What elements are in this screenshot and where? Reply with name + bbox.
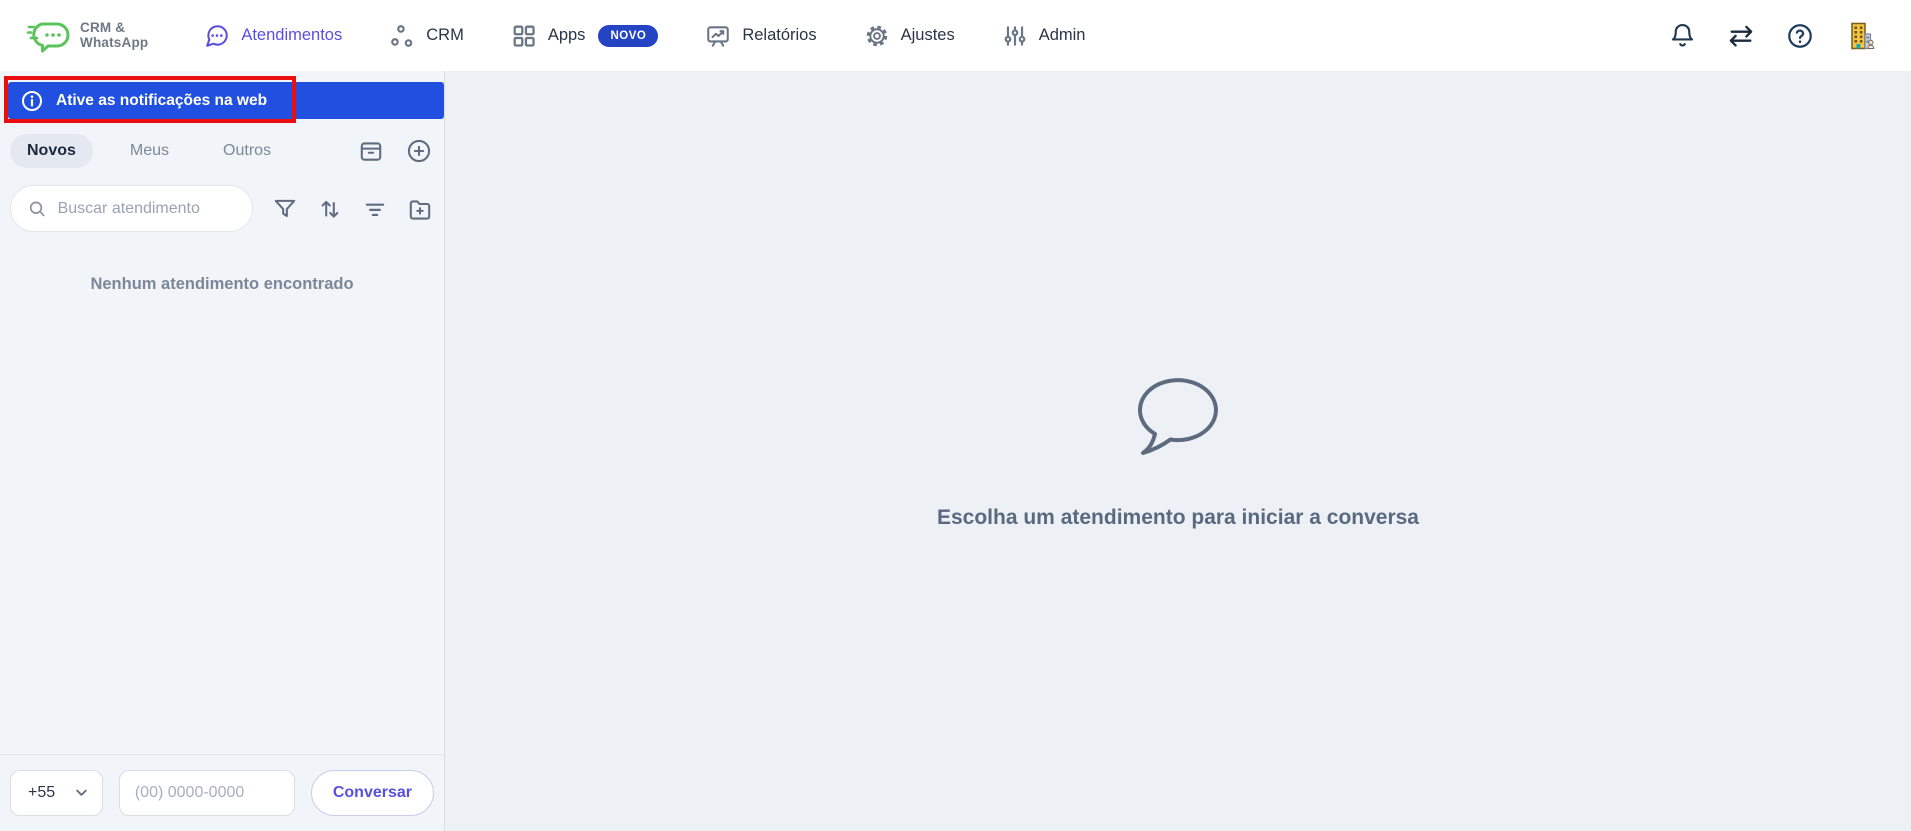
top-navigation-bar: CRM & WhatsApp Atendimentos CRM Apps NOV… <box>0 0 1911 71</box>
add-folder-button[interactable] <box>407 196 433 222</box>
nav-item-relatorios[interactable]: Relatórios <box>705 23 817 49</box>
bell-icon <box>1671 23 1694 47</box>
phone-number-input[interactable] <box>118 770 295 816</box>
notifications-bell-button[interactable] <box>1669 22 1696 49</box>
conversar-button[interactable]: Conversar <box>310 770 434 816</box>
nodes-icon <box>391 24 413 47</box>
search-toolbar <box>0 185 444 232</box>
nav-item-crm[interactable]: CRM <box>389 23 464 49</box>
logo-chat-bubble-icon <box>26 22 70 52</box>
conversation-panel: Escolha um atendimento para iniciar a co… <box>445 71 1911 831</box>
chevron-down-icon <box>76 789 87 796</box>
organization-avatar[interactable] <box>1845 20 1877 52</box>
main-nav: Atendimentos CRM Apps NOVO Relatórios Aj… <box>204 23 1086 49</box>
country-code-value: +55 <box>28 784 56 801</box>
nav-label: Relatórios <box>742 26 817 44</box>
search-box <box>10 185 253 232</box>
country-code-select[interactable]: +55 <box>10 770 103 816</box>
nav-item-admin[interactable]: Admin <box>1002 23 1086 49</box>
tab-meus[interactable]: Meus <box>113 134 186 168</box>
enable-web-notifications-banner[interactable]: Ative as notificações na web <box>8 82 444 119</box>
sort-button[interactable] <box>317 196 343 222</box>
nav-label: Ajustes <box>900 26 955 44</box>
swap-arrows-icon <box>1729 25 1753 47</box>
chat-bubble-icon <box>206 24 229 47</box>
sort-arrows-icon <box>321 200 339 218</box>
empty-list-message: Nenhum atendimento encontrado <box>90 275 354 293</box>
folder-plus-icon <box>409 199 431 220</box>
archive-box-icon <box>360 142 382 161</box>
building-avatar-icon <box>1851 22 1875 49</box>
nav-label: CRM <box>426 26 464 44</box>
conversations-sidebar: Ative as notificações na web Novos Meus … <box>0 71 445 831</box>
sliders-icon <box>1004 25 1026 46</box>
tab-outros[interactable]: Outros <box>206 134 288 168</box>
novo-badge: NOVO <box>598 24 659 47</box>
new-chat-dialer: +55 Conversar <box>0 754 444 831</box>
empty-state-message: Escolha um atendimento para iniciar a co… <box>936 506 1419 529</box>
nav-item-apps[interactable]: Apps NOVO <box>511 23 659 49</box>
nav-item-atendimentos[interactable]: Atendimentos <box>204 23 342 49</box>
help-circle-icon <box>1788 23 1812 48</box>
speech-bubble-icon <box>1137 378 1218 455</box>
search-input[interactable] <box>57 199 242 218</box>
nav-item-ajustes[interactable]: Ajustes <box>864 23 955 49</box>
chart-board-icon <box>707 25 730 47</box>
app-logo[interactable]: CRM & WhatsApp <box>26 18 148 54</box>
nav-label: Atendimentos <box>241 26 343 44</box>
logo-text: CRM & WhatsApp <box>80 19 149 50</box>
info-circle-icon <box>22 90 42 111</box>
conversation-tabs: Novos Meus Outros <box>0 134 444 168</box>
switch-account-button[interactable] <box>1727 22 1755 50</box>
plus-circle-icon <box>407 139 431 163</box>
filter-lines-button[interactable] <box>362 196 388 222</box>
banner-area: Ative as notificações na web <box>0 76 444 123</box>
nav-label: Apps <box>547 26 586 44</box>
filter-funnel-icon <box>274 199 296 217</box>
filter-funnel-button[interactable] <box>272 196 298 222</box>
banner-text: Ative as notificações na web <box>56 91 268 109</box>
archive-button[interactable] <box>358 138 384 164</box>
content-area: Ative as notificações na web Novos Meus … <box>0 71 1911 831</box>
header-actions <box>1669 20 1877 52</box>
help-button[interactable] <box>1786 22 1814 50</box>
grid-icon <box>513 25 535 47</box>
search-icon <box>29 201 45 216</box>
nav-label: Admin <box>1038 26 1086 44</box>
new-conversation-button[interactable] <box>406 138 432 164</box>
gear-icon <box>866 25 887 46</box>
app-window: CRM & WhatsApp Atendimentos CRM Apps NOV… <box>0 0 1911 831</box>
filter-lines-icon <box>365 203 385 216</box>
tab-novos[interactable]: Novos <box>10 134 93 168</box>
